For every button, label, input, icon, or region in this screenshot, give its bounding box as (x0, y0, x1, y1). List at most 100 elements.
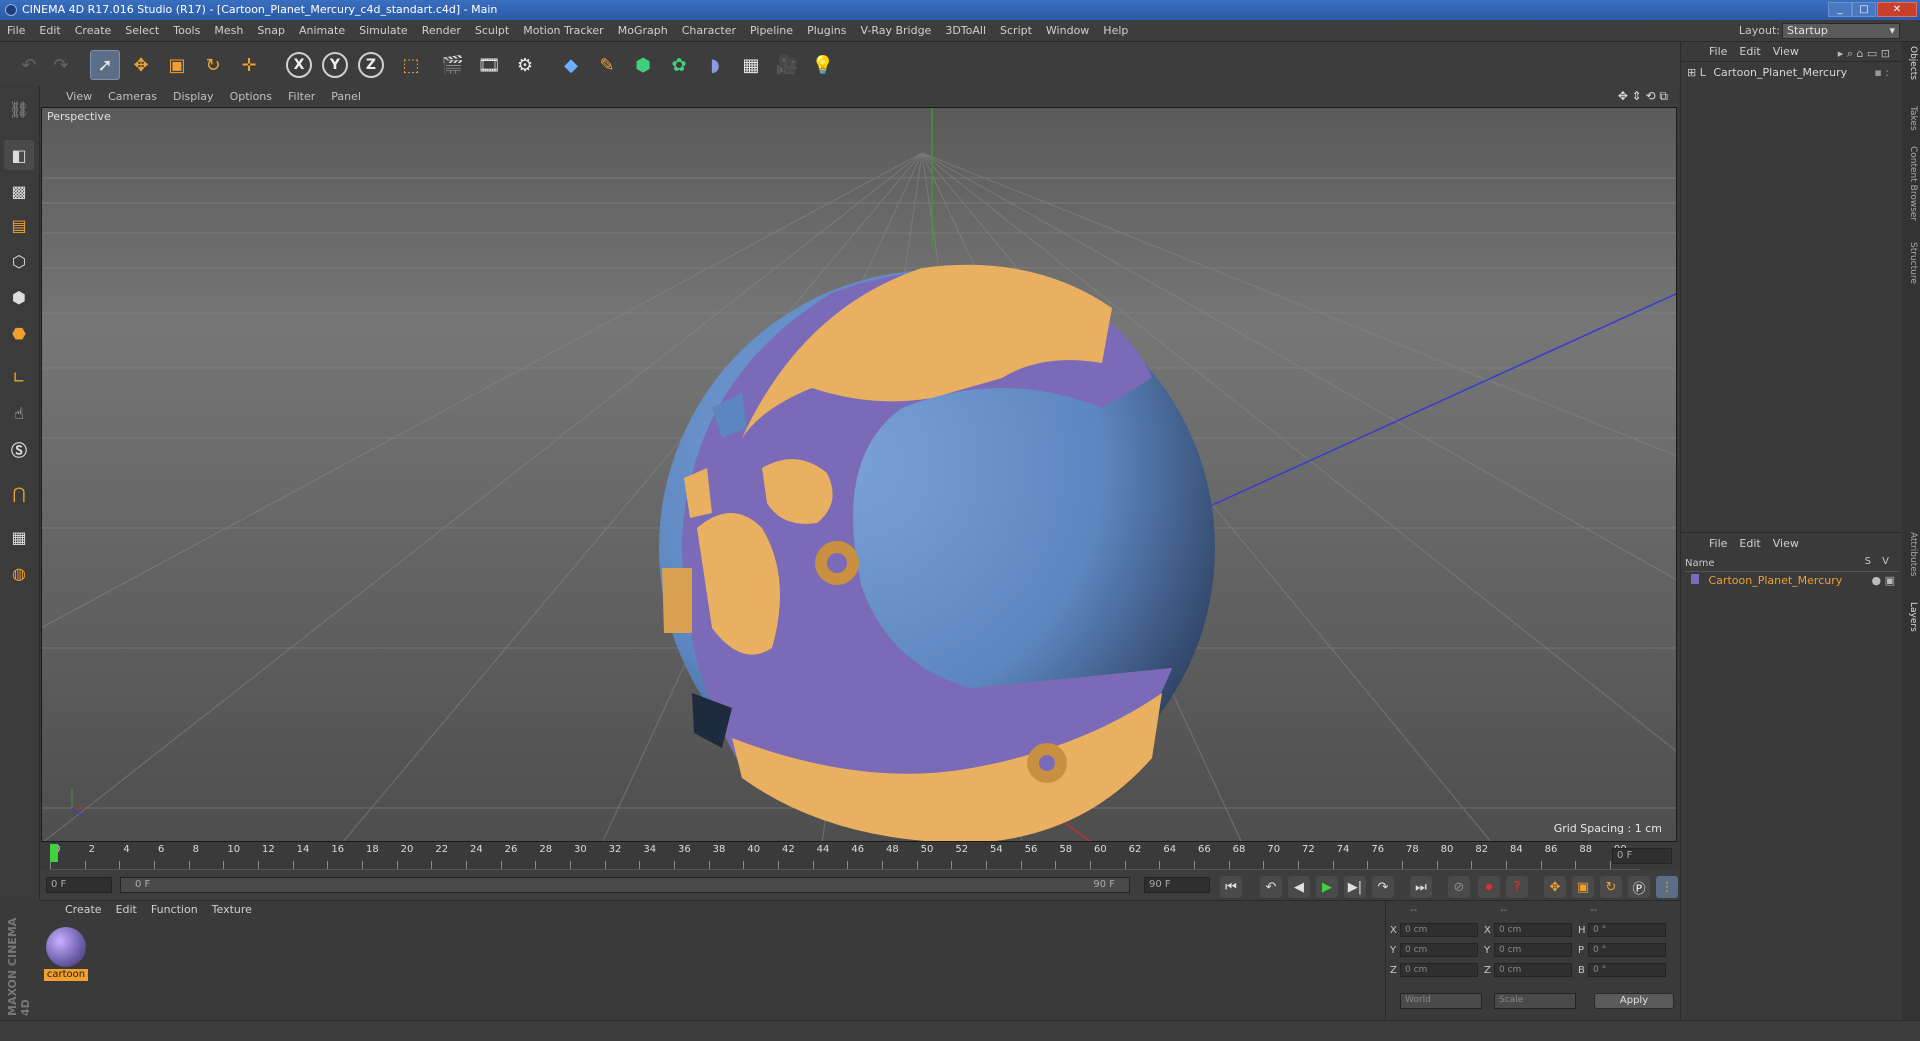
menu-edit[interactable]: Edit (32, 20, 67, 42)
start-frame-field[interactable]: 0 F (46, 877, 112, 893)
polygons-mode-icon[interactable]: ⬣ (4, 318, 34, 348)
menu-create[interactable]: Create (68, 20, 119, 42)
menu-motion-tracker[interactable]: Motion Tracker (516, 20, 610, 42)
camera-icon[interactable]: 🎥 (772, 50, 802, 80)
layers-menu-view[interactable]: View (1767, 534, 1805, 554)
tweak-mode-icon[interactable]: ☝ (4, 398, 34, 428)
viewport-menu-panel[interactable]: Panel (323, 86, 369, 107)
size-y-field[interactable]: 0 cm (1494, 943, 1572, 957)
deformer-icon[interactable]: ◗ (700, 50, 730, 80)
position-y-field[interactable]: 0 cm (1400, 943, 1478, 957)
menu-window[interactable]: Window (1039, 20, 1096, 42)
menu-snap[interactable]: Snap (250, 20, 292, 42)
menu-mograph[interactable]: MoGraph (611, 20, 675, 42)
frame-range-slider[interactable]: 0 F 90 F (120, 877, 1130, 893)
points-mode-icon[interactable]: ⬡ (4, 246, 34, 276)
maximize-button[interactable]: □ (1852, 2, 1876, 17)
light-icon[interactable]: 💡 (808, 50, 838, 80)
size-mode-select[interactable]: Scale (1494, 993, 1576, 1009)
layer-row[interactable]: Cartoon_Planet_Mercury ● ▣ (1691, 574, 1899, 590)
menu-file[interactable]: File (0, 20, 32, 42)
make-editable-icon[interactable]: ⛓ (4, 94, 34, 124)
size-x-field[interactable]: 0 cm (1494, 923, 1572, 937)
material-menu-function[interactable]: Function (144, 901, 205, 919)
material-menu-edit[interactable]: Edit (109, 901, 144, 919)
record-keys-icon[interactable]: ⏺ (1478, 876, 1500, 898)
snap-icon[interactable]: Ⓢ (4, 434, 34, 464)
objects-menu-view[interactable]: View (1767, 42, 1805, 62)
magnet-icon[interactable]: ⋂ (4, 478, 34, 508)
menu-help[interactable]: Help (1096, 20, 1135, 42)
rotation-h-field[interactable]: 0 ° (1588, 923, 1666, 937)
coordinate-system-icon[interactable]: ⬚ (396, 50, 426, 80)
menu-mesh[interactable]: Mesh (207, 20, 250, 42)
end-frame-field[interactable]: 90 F (1144, 877, 1210, 893)
viewport-menu-options[interactable]: Options (222, 86, 280, 107)
viewport-menu-display[interactable]: Display (165, 86, 222, 107)
layers-menu-file[interactable]: File (1703, 534, 1733, 554)
apply-button[interactable]: Apply (1594, 993, 1674, 1009)
rotation-p-field[interactable]: 0 ° (1588, 943, 1666, 957)
object-visibility-icon[interactable]: ▪ : (1874, 66, 1889, 79)
render-view-icon[interactable]: 🎬 (438, 50, 468, 80)
axis-x-button[interactable]: X (286, 52, 312, 78)
edges-mode-icon[interactable]: ⬢ (4, 282, 34, 312)
close-button[interactable]: ✕ (1877, 2, 1917, 17)
key-rotation-icon[interactable]: ↻ (1600, 876, 1622, 898)
side-tab-layers[interactable]: Layers (1904, 602, 1918, 632)
menu-pipeline[interactable]: Pipeline (743, 20, 800, 42)
position-z-field[interactable]: 0 cm (1400, 963, 1478, 977)
menu-animate[interactable]: Animate (292, 20, 352, 42)
objects-toolbar-icons[interactable]: ▸ ⌕ ⌂ ▭ ⊡ (1832, 44, 1896, 64)
side-tab-content-browser[interactable]: Content Browser (1904, 146, 1918, 221)
next-key-icon[interactable]: ↷ (1372, 876, 1394, 898)
menu-sculpt[interactable]: Sculpt (468, 20, 516, 42)
side-tab-takes[interactable]: Takes (1904, 106, 1918, 131)
move-tool-icon[interactable]: ✥ (126, 50, 156, 80)
lock-workplane-icon[interactable]: ▦ (4, 522, 34, 552)
subdivision-icon[interactable]: ⬢ (628, 50, 658, 80)
key-position-icon[interactable]: ✥ (1544, 876, 1566, 898)
viewport-menu-cameras[interactable]: Cameras (100, 86, 165, 107)
previous-frame-icon[interactable]: ◀ (1288, 876, 1310, 898)
playhead[interactable] (50, 844, 58, 862)
side-tab-structure[interactable]: Structure (1904, 242, 1918, 284)
viewport-menu-filter[interactable]: Filter (280, 86, 323, 107)
undo-icon[interactable]: ↶ (14, 50, 44, 80)
menu-tools[interactable]: Tools (166, 20, 207, 42)
object-row[interactable]: ⊞ L Cartoon_Planet_Mercury ▪ : (1687, 66, 1897, 82)
timeline-ruler[interactable]: 0246810121416182022242628303234363840424… (40, 842, 1678, 870)
viewport-nav-icons[interactable]: ✥ ⇕ ⟲ ⧉ (1618, 89, 1668, 104)
size-z-field[interactable]: 0 cm (1494, 963, 1572, 977)
menu-script[interactable]: Script (993, 20, 1039, 42)
mograph-cloner-icon[interactable]: ✿ (664, 50, 694, 80)
material-menu-create[interactable]: Create (58, 901, 109, 919)
timeline-window-icon[interactable]: ⋮ (1656, 876, 1678, 898)
menu-3dtoall[interactable]: 3DToAll (938, 20, 993, 42)
viewport-menu-view[interactable]: View (40, 86, 100, 107)
axis-y-button[interactable]: Y (322, 52, 348, 78)
material-swatch[interactable]: cartoon (44, 927, 88, 983)
key-param-icon[interactable]: Ⓟ (1628, 876, 1650, 898)
transform-tool-icon[interactable]: ✛ (234, 50, 264, 80)
coord-system-select[interactable]: World (1400, 993, 1482, 1009)
go-to-end-icon[interactable]: ⏭ (1410, 876, 1432, 898)
auto-keying-icon[interactable]: ? (1506, 876, 1528, 898)
minimize-button[interactable]: _ (1828, 2, 1852, 17)
side-tab-attributes[interactable]: Attributes (1904, 532, 1918, 576)
previous-key-icon[interactable]: ↶ (1260, 876, 1282, 898)
menu-render[interactable]: Render (415, 20, 468, 42)
pen-spline-icon[interactable]: ✎ (592, 50, 622, 80)
render-settings-icon[interactable]: ⚙ (510, 50, 540, 80)
texture-mode-icon[interactable]: ▩ (4, 176, 34, 206)
redo-icon[interactable]: ↷ (46, 50, 76, 80)
scale-tool-icon[interactable]: ▣ (162, 50, 192, 80)
record-disabled-icon[interactable]: ⊘ (1448, 876, 1470, 898)
layer-toggle-icons[interactable]: ● ▣ (1872, 574, 1896, 587)
layout-select[interactable]: Startup ▾ (1782, 23, 1900, 39)
objects-menu-file[interactable]: File (1703, 42, 1733, 62)
layers-menu-edit[interactable]: Edit (1733, 534, 1766, 554)
select-tool-icon[interactable]: ➚ (90, 50, 120, 80)
play-icon[interactable]: ▶ (1316, 876, 1338, 898)
position-x-field[interactable]: 0 cm (1400, 923, 1478, 937)
